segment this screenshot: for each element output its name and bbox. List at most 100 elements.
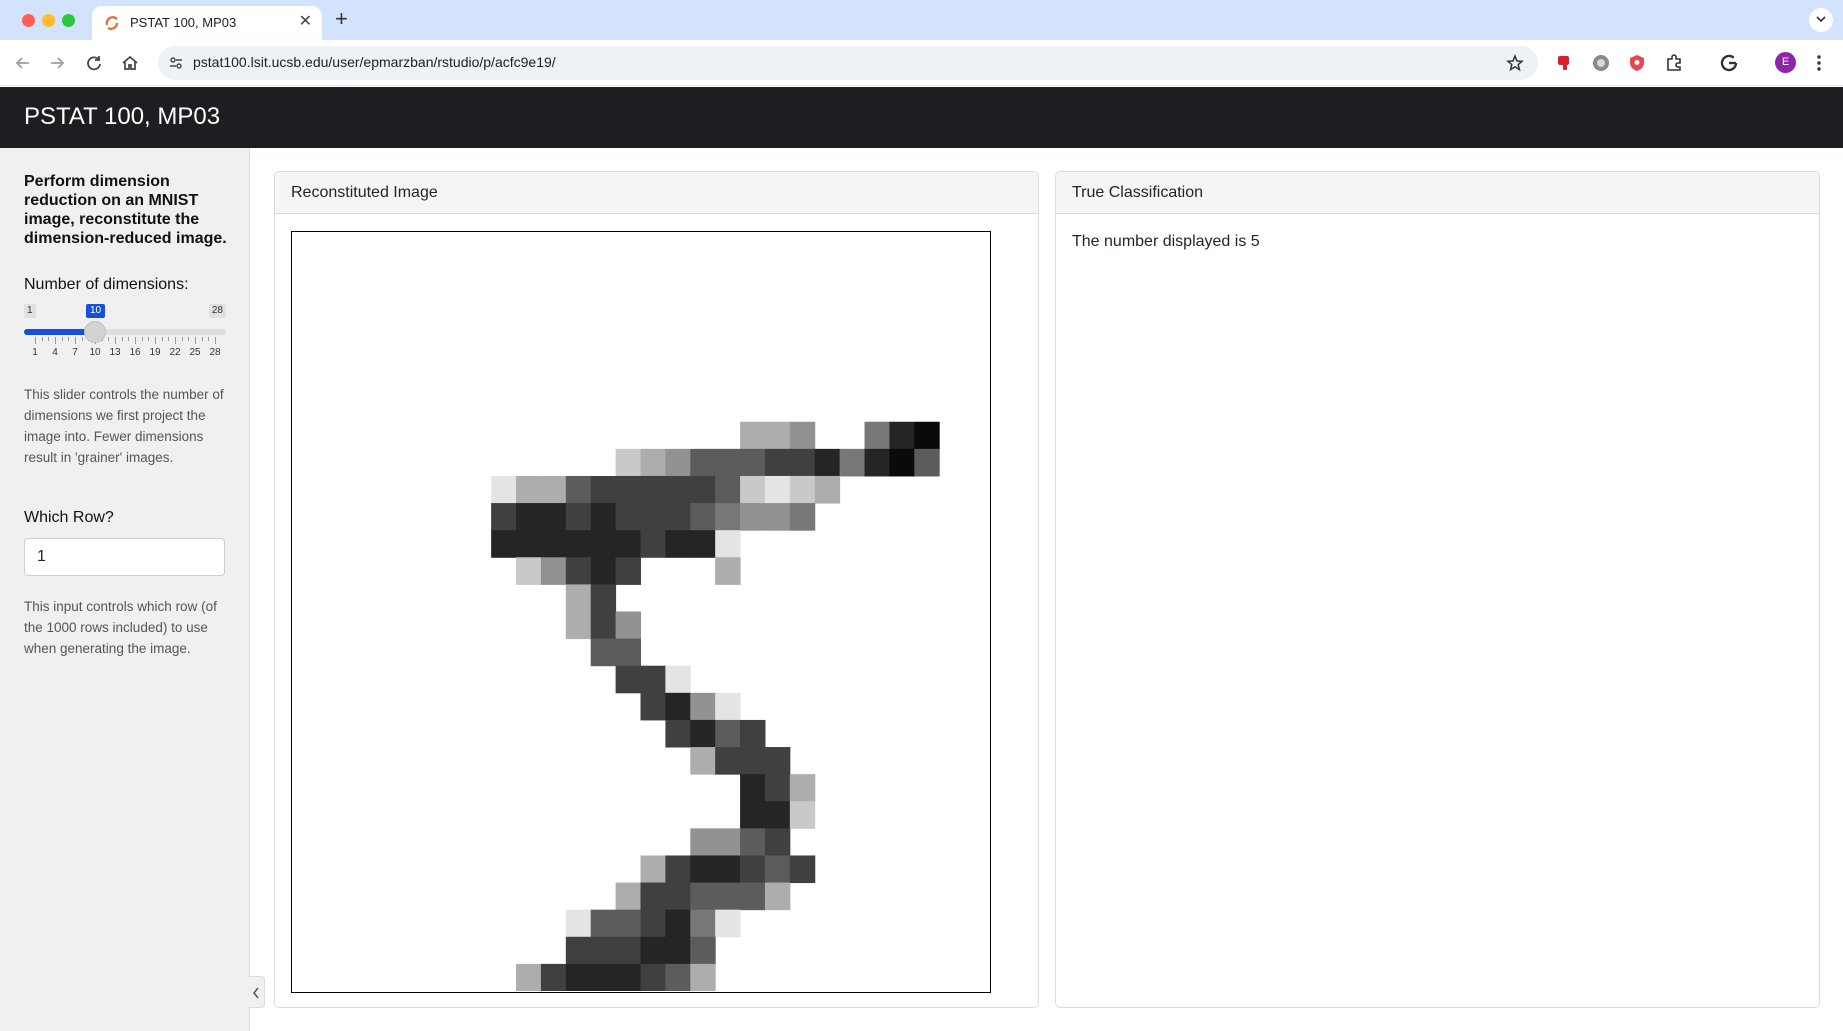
image-pixel bbox=[665, 665, 691, 694]
dimensions-slider[interactable]: 1 10 28 1 4 7 10 13 16 19 22 25 28 bbox=[24, 304, 226, 364]
row-number-input[interactable] bbox=[24, 538, 225, 576]
image-pixel bbox=[740, 882, 766, 911]
image-pixel bbox=[690, 855, 716, 884]
image-pixel bbox=[640, 475, 666, 504]
classification-text: The number displayed is 5 bbox=[1072, 233, 1260, 250]
image-pixel bbox=[590, 909, 617, 938]
image-pixel bbox=[764, 882, 791, 911]
minimize-window-button[interactable] bbox=[42, 14, 55, 27]
image-pixel bbox=[690, 719, 716, 748]
image-pixel bbox=[690, 936, 716, 965]
chevron-left-icon bbox=[253, 987, 259, 999]
image-pixel bbox=[491, 475, 517, 504]
image-pixel bbox=[715, 909, 741, 938]
image-pixel bbox=[789, 503, 816, 531]
back-icon[interactable] bbox=[12, 52, 34, 74]
dimensions-help-text: This slider controls the number of dimen… bbox=[24, 387, 224, 465]
image-pixel bbox=[640, 855, 666, 884]
sidebar-collapse-button[interactable] bbox=[249, 976, 265, 1008]
slider-tick bbox=[115, 337, 116, 344]
image-pixel bbox=[590, 503, 617, 531]
image-pixel bbox=[690, 882, 716, 911]
slider-max-label: 28 bbox=[208, 304, 226, 318]
image-pixel bbox=[516, 503, 542, 531]
new-tab-button[interactable]: + bbox=[335, 8, 348, 30]
extensions-puzzle-icon[interactable] bbox=[1664, 53, 1684, 73]
maximize-window-button[interactable] bbox=[62, 14, 75, 27]
image-pixel bbox=[615, 909, 641, 938]
profile-avatar[interactable]: E bbox=[1775, 52, 1796, 73]
slider-tick-label: 4 bbox=[52, 347, 58, 358]
image-pixel bbox=[565, 611, 592, 640]
aperture-extension-icon[interactable] bbox=[1591, 53, 1611, 73]
reconstituted-image-card: Reconstituted Image bbox=[274, 171, 1039, 1008]
image-pixel bbox=[715, 448, 741, 477]
image-pixel bbox=[764, 828, 791, 856]
slider-tick-label: 1 bbox=[32, 347, 38, 358]
image-pixel bbox=[516, 557, 542, 585]
reload-icon[interactable] bbox=[83, 52, 105, 74]
image-pixel bbox=[690, 747, 716, 775]
image-pixel bbox=[665, 855, 691, 884]
slider-min-label: 1 bbox=[24, 304, 36, 318]
slider-tick-label: 16 bbox=[129, 347, 141, 358]
row-help-text: This input controls which row (of the 10… bbox=[24, 599, 217, 656]
slider-tick-label: 13 bbox=[109, 347, 121, 358]
slider-tick bbox=[148, 337, 150, 341]
image-pixel bbox=[640, 665, 666, 694]
image-pixel bbox=[590, 611, 617, 640]
image-pixel bbox=[715, 719, 741, 748]
reconstituted-image-plot bbox=[291, 231, 991, 993]
image-pixel bbox=[740, 855, 766, 884]
image-pixel bbox=[590, 638, 617, 667]
tab-search-button[interactable] bbox=[1809, 8, 1833, 32]
image-pixel bbox=[516, 475, 542, 504]
slider-handle[interactable] bbox=[84, 321, 106, 343]
image-pixel bbox=[864, 448, 890, 477]
reconstituted-image-header: Reconstituted Image bbox=[275, 172, 1038, 214]
image-pixel bbox=[665, 882, 691, 911]
image-pixel bbox=[764, 801, 791, 829]
image-pixel bbox=[615, 638, 641, 667]
image-pixel bbox=[740, 774, 766, 802]
image-pixel bbox=[615, 557, 641, 585]
image-pixel bbox=[665, 719, 691, 748]
slider-tick bbox=[68, 337, 70, 341]
image-pixel bbox=[540, 530, 567, 558]
forward-icon[interactable] bbox=[46, 52, 68, 74]
close-tab-icon[interactable]: ✕ bbox=[299, 12, 312, 32]
google-icon[interactable] bbox=[1719, 53, 1739, 73]
slider-tick bbox=[135, 337, 136, 344]
shield-extension-icon[interactable] bbox=[1627, 53, 1647, 73]
slider-tick-label: 28 bbox=[209, 347, 221, 358]
close-window-button[interactable] bbox=[22, 14, 35, 27]
pixel-grid bbox=[491, 421, 940, 991]
image-pixel bbox=[615, 530, 641, 558]
image-pixel bbox=[715, 475, 741, 504]
browser-tab[interactable]: PSTAT 100, MP03 ✕ bbox=[92, 6, 322, 40]
address-bar[interactable]: pstat100.lsit.ucsb.edu/user/epmarzban/rs… bbox=[158, 46, 1538, 80]
home-icon[interactable] bbox=[119, 52, 141, 74]
kebab-menu-icon[interactable] bbox=[1816, 53, 1822, 73]
bookmark-star-icon[interactable] bbox=[1506, 54, 1524, 72]
thumbs-down-extension-icon[interactable] bbox=[1555, 53, 1575, 73]
image-pixel bbox=[665, 909, 691, 938]
slider-tick-label: 22 bbox=[169, 347, 181, 358]
image-pixel bbox=[565, 530, 592, 558]
slider-tick bbox=[215, 337, 216, 344]
image-pixel bbox=[764, 503, 791, 531]
slider-tick bbox=[141, 337, 143, 341]
image-pixel bbox=[615, 448, 641, 477]
slider-track[interactable] bbox=[24, 329, 226, 335]
image-pixel bbox=[789, 774, 816, 802]
image-pixel bbox=[764, 747, 791, 775]
slider-tick bbox=[81, 337, 83, 341]
site-info-icon[interactable] bbox=[168, 55, 184, 71]
image-pixel bbox=[565, 936, 592, 965]
image-pixel bbox=[889, 448, 915, 477]
tab-title: PSTAT 100, MP03 bbox=[130, 15, 237, 30]
image-pixel bbox=[864, 421, 890, 450]
slider-tick bbox=[155, 337, 156, 344]
image-pixel bbox=[491, 530, 517, 558]
image-pixel bbox=[565, 475, 592, 504]
